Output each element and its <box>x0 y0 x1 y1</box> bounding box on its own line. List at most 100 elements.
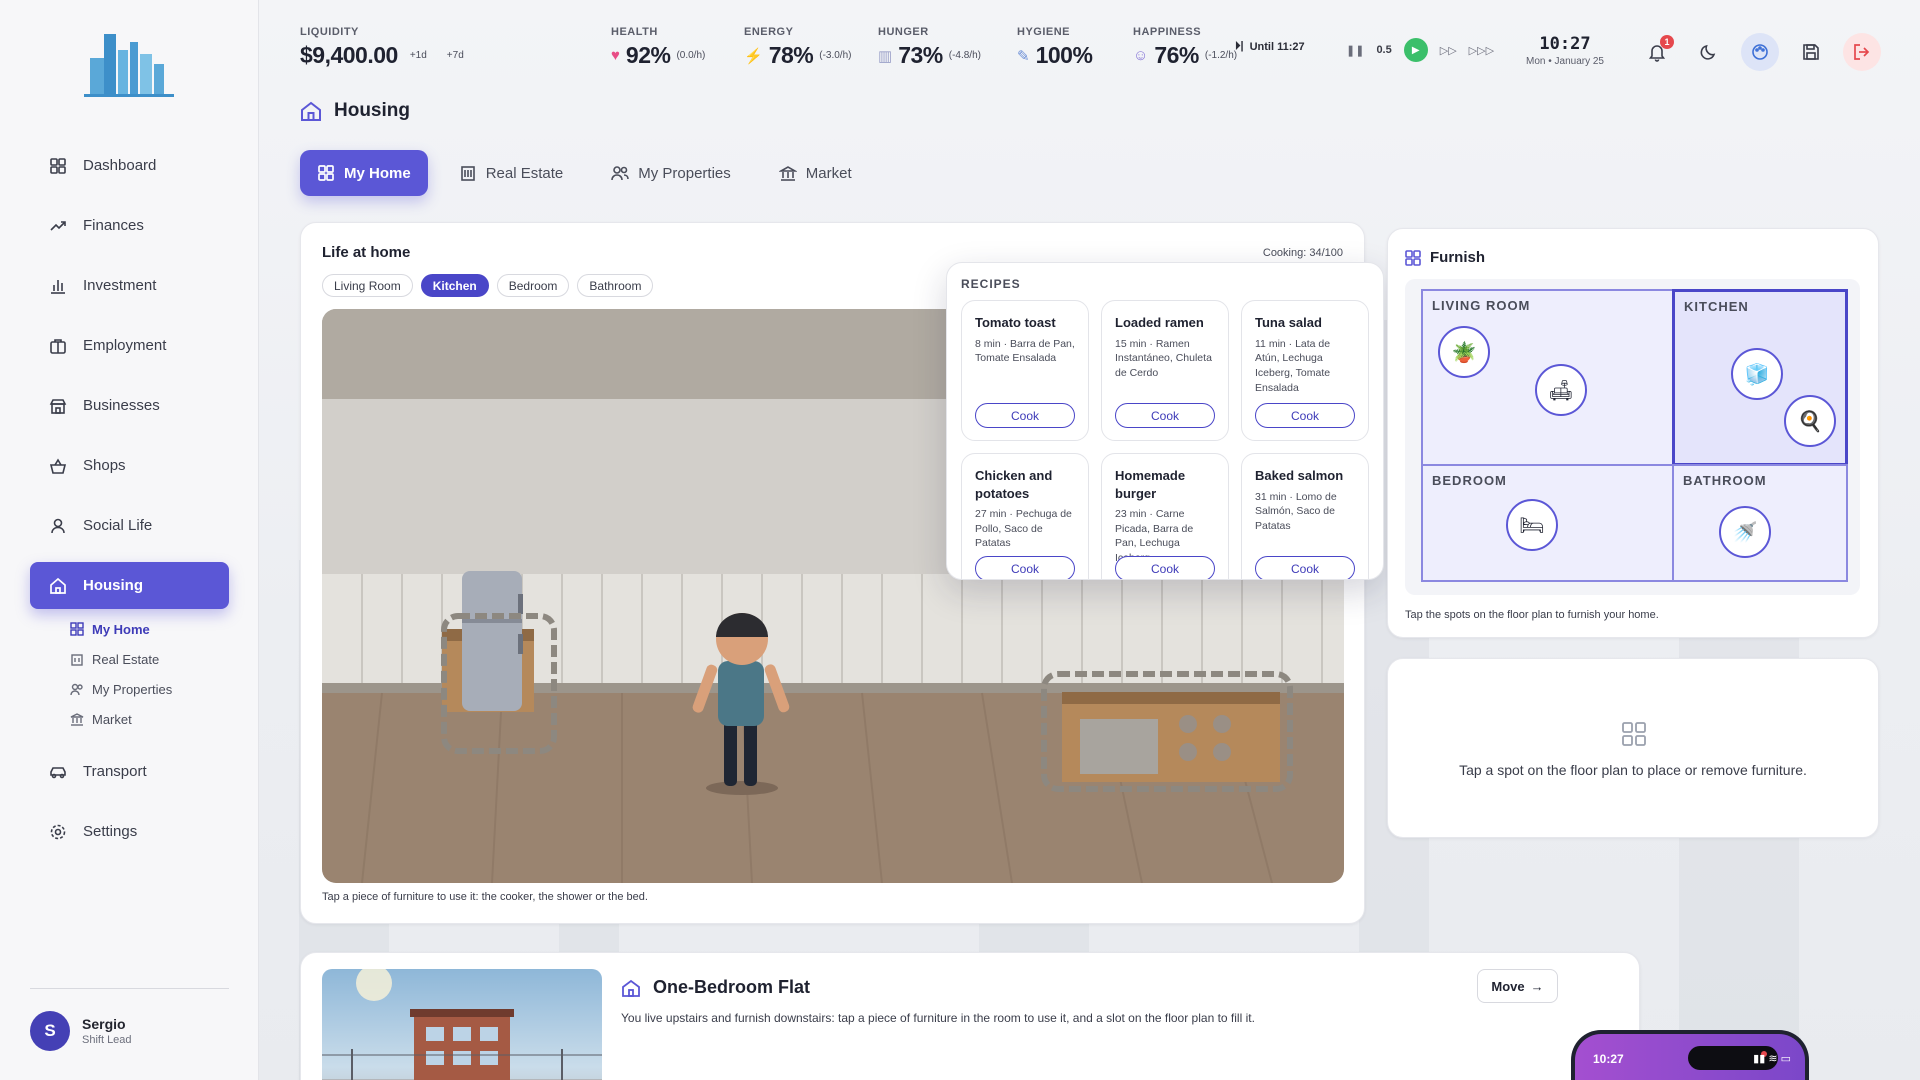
trend-icon <box>48 216 68 236</box>
plant-icon: 🪴 <box>1451 341 1477 364</box>
building-icon <box>460 166 475 181</box>
advance-7d-button[interactable]: +7d <box>447 50 464 61</box>
shower-icon: 🚿 <box>1732 521 1758 544</box>
cook-button[interactable]: Cook <box>975 403 1075 428</box>
recipe-card: Baked salmon 31 min · Lomo de Salmón, Sa… <box>1241 453 1369 579</box>
palette-icon <box>1752 44 1768 60</box>
hygiene-value: 100% <box>1035 42 1093 68</box>
recipe-card: Homemade burger 23 min · Carne Picada, B… <box>1101 453 1229 579</box>
fastest-forward-icon[interactable]: ▷▷▷ <box>1469 44 1494 57</box>
cook-button[interactable]: Cook <box>1255 403 1355 428</box>
skip-icon: ⏵| <box>1235 40 1244 52</box>
theme-button[interactable] <box>1741 33 1779 71</box>
room-chip-bathroom[interactable]: Bathroom <box>577 274 654 297</box>
room-chip-kitchen[interactable]: Kitchen <box>420 274 489 297</box>
nav-settings[interactable]: Settings <box>30 808 229 855</box>
nav-housing[interactable]: Housing <box>30 562 229 609</box>
phone-widget[interactable]: 10:27 ▮▮ ≋ ▭ <box>1571 1030 1809 1080</box>
recipe-name: Baked salmon <box>1255 468 1344 483</box>
nav-shops[interactable]: Shops <box>30 442 229 489</box>
flat-image <box>322 969 602 1080</box>
nav-label: Settings <box>83 823 138 840</box>
cooking-skill: Cooking: 34/100 <box>1262 247 1343 259</box>
place-hint: Tap a spot on the floor plan to place or… <box>1459 762 1807 778</box>
play-icon[interactable]: ▶ <box>1403 38 1428 62</box>
nav-label: Dashboard <box>83 157 157 174</box>
cook-button[interactable]: Cook <box>1115 556 1215 579</box>
tab-label: Real Estate <box>485 164 564 182</box>
advance-1d-button[interactable]: +1d <box>410 50 427 61</box>
subnav-label: Real Estate <box>92 651 160 667</box>
nav-businesses[interactable]: Businesses <box>30 382 229 429</box>
subnav-label: My Properties <box>92 681 173 697</box>
tab-label: My Properties <box>638 164 731 182</box>
fast-forward-icon[interactable]: ▷▷ <box>1440 44 1457 57</box>
stat-label: LIQUIDITY <box>300 26 359 38</box>
user-profile[interactable]: S Sergio Shift Lead <box>30 988 229 1051</box>
grid-icon <box>48 156 68 176</box>
bed-spot[interactable]: 🛏 <box>1506 499 1558 551</box>
logout-button[interactable] <box>1843 33 1881 71</box>
grid-icon <box>70 622 84 636</box>
bolt-icon: ⚡ <box>744 47 763 65</box>
hunger-stat: HUNGER ▥ 73% (-4.8/h) <box>878 26 981 69</box>
nav-investment[interactable]: Investment <box>30 262 229 309</box>
people-icon <box>70 683 83 696</box>
stat-label: HAPPINESS <box>1133 26 1202 38</box>
room-chip-bedroom[interactable]: Bedroom <box>496 274 570 297</box>
tab-market[interactable]: Market <box>762 150 869 196</box>
subnav-my-properties[interactable]: My Properties <box>70 674 229 704</box>
notifications-button[interactable]: 1 <box>1638 33 1676 71</box>
dark-mode-button[interactable] <box>1690 33 1728 71</box>
energy-stat: ENERGY ⚡ 78% (-3.0/h) <box>744 26 851 69</box>
cook-button[interactable]: Cook <box>975 556 1075 579</box>
tab-label: Market <box>805 164 852 182</box>
nav-dashboard[interactable]: Dashboard <box>30 142 229 189</box>
basket-icon <box>48 456 68 476</box>
cook-button[interactable]: Cook <box>1255 556 1355 579</box>
health-delta: (0.0/h) <box>676 50 706 61</box>
home-icon <box>301 101 321 121</box>
furnish-card: Furnish LIVING ROOM KITCHEN BEDROOM BATH… <box>1387 228 1879 638</box>
plan-room-label: BEDROOM <box>1432 473 1507 488</box>
subnav-market[interactable]: Market <box>70 704 229 734</box>
plant-spot[interactable]: 🪴 <box>1438 326 1490 378</box>
shower-spot[interactable]: 🚿 <box>1719 506 1771 558</box>
subnav-real-estate[interactable]: Real Estate <box>70 644 229 674</box>
tab-my-properties[interactable]: My Properties <box>594 150 748 196</box>
save-button[interactable] <box>1792 33 1830 71</box>
sofa-spot[interactable]: 🛋 <box>1535 364 1587 416</box>
cube-icon: 🧊 <box>1744 363 1770 386</box>
flat-description: You live upstairs and furnish downstairs… <box>621 1011 1255 1025</box>
cook-button[interactable]: Cook <box>1115 403 1215 428</box>
subnav-my-home[interactable]: My Home <box>70 614 229 644</box>
pause-icon[interactable]: ❚❚ <box>1346 44 1364 57</box>
grid-icon <box>318 165 334 181</box>
energy-value: 78% <box>768 42 814 68</box>
recipe-desc: 15 min · Ramen Instantáneo, Chuleta de C… <box>1115 337 1212 379</box>
hygiene-stat: HYGIENE ✎ 100% <box>1017 26 1093 69</box>
tab-real-estate[interactable]: Real Estate <box>442 150 581 196</box>
nav-finances[interactable]: Finances <box>30 202 229 249</box>
cooker-spot[interactable]: 🍳 <box>1784 395 1836 447</box>
room-chip-living-room[interactable]: Living Room <box>322 274 413 297</box>
energy-delta: (-3.0/h) <box>819 50 852 61</box>
floor-plan: LIVING ROOM KITCHEN BEDROOM BATHROOM 🪴 🛋… <box>1405 279 1860 595</box>
move-button[interactable]: Move → <box>1477 969 1558 1003</box>
tab-my-home[interactable]: My Home <box>300 150 428 196</box>
recipes-heading: RECIPES <box>961 277 1021 291</box>
skip-until-button[interactable]: ⏵| Until 11:27 <box>1235 40 1305 53</box>
fridge-spot[interactable]: 🧊 <box>1731 348 1783 400</box>
nav-transport[interactable]: Transport <box>30 748 229 795</box>
tab-label: My Home <box>344 164 411 182</box>
car-icon <box>48 762 68 782</box>
recipes-popup: RECIPES Tomato toast 8 min · Barra de Pa… <box>946 262 1384 580</box>
avatar: S <box>30 1011 70 1051</box>
bank-icon <box>70 713 84 726</box>
nav-social-life[interactable]: Social Life <box>30 502 229 549</box>
nav-label: Shops <box>83 457 126 474</box>
current-home-card: One-Bedroom Flat You live upstairs and f… <box>300 952 1640 1080</box>
main-nav: Dashboard Finances Investment Employment… <box>30 142 229 868</box>
nav-employment[interactable]: Employment <box>30 322 229 369</box>
people-icon <box>611 166 630 181</box>
